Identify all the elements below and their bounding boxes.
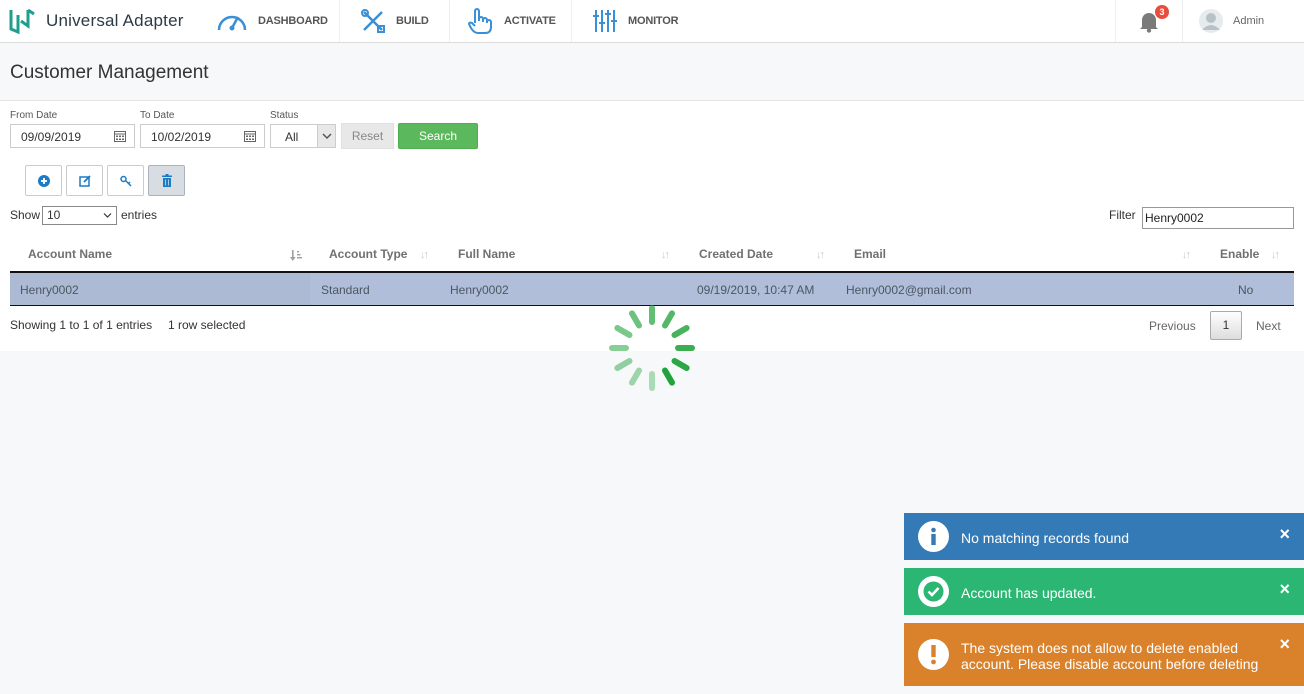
toast-warning[interactable]: The system does not allow to delete enab… [904,623,1304,686]
selection-info: 1 row selected [168,318,246,332]
toast-success-message: Account has updated. [961,585,1097,601]
toast-warning-message: The system does not allow to delete enab… [961,640,1281,672]
table-info: Showing 1 to 1 of 1 entries [10,318,153,332]
top-navigation-bar: Universal Adapter DASHBOARD BUILD ACTIVA… [0,0,1304,43]
toast-info[interactable]: No matching records found × [904,513,1304,560]
sort-both-icon[interactable]: ↓↑ [661,249,670,261]
universal-adapter-logo-icon [9,8,35,35]
to-date-value: 10/02/2019 [151,130,212,144]
column-header-full-name[interactable]: Full Name [458,247,515,261]
edit-icon [78,174,91,187]
close-icon[interactable]: × [1279,634,1290,655]
status-label: Status [270,110,299,121]
entries-select[interactable]: 10 [42,206,117,225]
sliders-icon [593,10,617,32]
trash-icon [161,174,172,187]
search-button[interactable]: Search [398,123,478,149]
sort-ascending-icon[interactable] [290,249,303,262]
column-header-enable[interactable]: Enable [1220,247,1259,261]
nav-dashboard[interactable]: DASHBOARD [200,0,340,42]
exclamation-icon [918,639,949,670]
user-menu[interactable]: Admin [1182,0,1304,42]
nav-build-label: BUILD [396,15,429,27]
status-value: All [285,130,299,144]
entries-label: entries [121,208,158,222]
sort-both-icon[interactable]: ↓↑ [1182,249,1191,261]
reset-password-button[interactable] [107,165,144,196]
brand-name: Universal Adapter [46,11,184,30]
gauge-icon [217,15,247,31]
to-date-field[interactable]: 10/02/2019 [140,124,265,148]
info-icon [918,521,949,552]
page-1-button[interactable]: 1 [1210,311,1242,340]
filter-label: Filter [1109,208,1136,222]
toast-warning-line-2: account. Please disable account before d… [961,656,1259,672]
check-circle-icon [918,576,949,607]
column-header-account-name[interactable]: Account Name [28,247,112,261]
from-date-field[interactable]: 09/09/2019 [10,124,135,148]
column-header-email[interactable]: Email [854,247,886,261]
add-button[interactable] [25,165,62,196]
avatar [1199,9,1223,33]
from-date-value: 09/09/2019 [21,130,82,144]
status-select[interactable]: All [270,124,336,148]
page-title: Customer Management [10,62,209,83]
key-icon [119,175,132,187]
filter-input[interactable] [1142,207,1294,229]
table-row[interactable] [10,273,1294,306]
loading-spinner-icon [609,305,695,391]
user-name: Admin [1233,15,1265,27]
nav-activate-label: ACTIVATE [504,15,556,27]
close-icon[interactable]: × [1279,524,1290,545]
cell-email: Henry0002@gmail.com [846,283,972,297]
pointer-hand-icon [467,8,492,34]
add-icon [37,174,50,187]
sort-both-icon[interactable]: ↓↑ [420,249,429,261]
cell-full-name: Henry0002 [450,283,509,297]
sort-both-icon[interactable]: ↓↑ [816,249,825,261]
sort-both-icon[interactable]: ↓↑ [1271,249,1280,261]
show-label: Show [10,208,41,222]
from-date-label: From Date [10,110,58,121]
next-page-button[interactable]: Next [1256,319,1281,333]
reset-button[interactable]: Reset [341,123,394,149]
cell-account-name: Henry0002 [20,283,79,297]
column-header-created-date[interactable]: Created Date [699,247,773,261]
calendar-icon[interactable] [244,130,256,142]
nav-activate[interactable]: ACTIVATE [450,0,572,42]
brand[interactable]: Universal Adapter [8,6,184,36]
to-date-label: To Date [140,110,175,121]
entries-value: 10 [47,208,61,222]
cell-created-date: 09/19/2019, 10:47 AM [697,283,815,297]
edit-button[interactable] [66,165,103,196]
toast-warning-line-1: The system does not allow to delete enab… [961,640,1239,656]
toast-success[interactable]: Account has updated. × [904,568,1304,615]
nav-monitor[interactable]: MONITOR [572,0,702,42]
toast-info-message: No matching records found [961,530,1130,546]
notifications-button[interactable] [1115,0,1182,42]
close-icon[interactable]: × [1279,579,1290,600]
nav-monitor-label: MONITOR [628,15,679,27]
tools-icon [361,9,385,33]
notification-count-badge: 3 [1155,5,1169,19]
cell-account-type: Standard [321,283,370,297]
column-header-account-type[interactable]: Account Type [329,247,407,261]
calendar-icon[interactable] [114,130,126,142]
delete-button[interactable] [148,165,185,196]
previous-page-button[interactable]: Previous [1149,319,1196,333]
cell-enable: No [1238,283,1254,297]
nav-build[interactable]: BUILD [340,0,450,42]
nav-dashboard-label: DASHBOARD [258,15,328,27]
chevron-down-icon [317,125,335,147]
chevron-down-icon [103,213,112,218]
